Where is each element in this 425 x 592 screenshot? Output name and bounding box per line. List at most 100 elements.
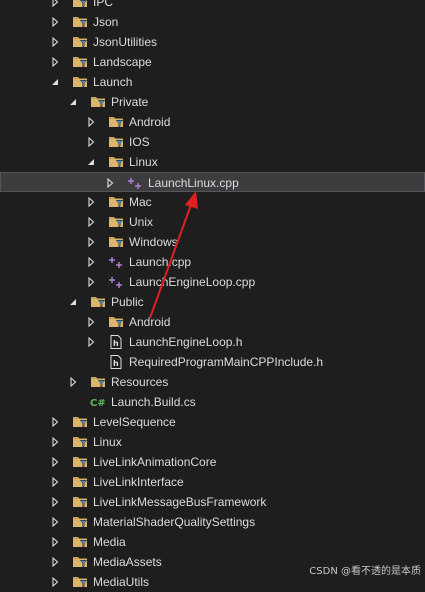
collapse-arrow-icon[interactable]: [86, 337, 96, 347]
filter-folder-icon: [72, 54, 88, 70]
tree-item-label: RequiredProgramMainCPPInclude.h: [129, 355, 324, 369]
tree-item-livelinkanimationcore[interactable]: LiveLinkAnimationCore: [0, 452, 425, 472]
header-file-icon: h: [108, 334, 124, 350]
header-file-icon: h: [108, 354, 124, 370]
tree-item-label: MediaUtils: [93, 575, 150, 589]
tree-item-label: Linux: [93, 435, 122, 449]
tree-item-linux[interactable]: Linux: [0, 152, 425, 172]
filter-folder-icon: [72, 14, 88, 30]
tree-item-label: JsonUtilities: [93, 35, 158, 49]
collapse-arrow-icon[interactable]: [50, 477, 60, 487]
tree-item-label: IOS: [129, 135, 150, 149]
collapse-arrow-icon[interactable]: [86, 317, 96, 327]
collapse-arrow-icon[interactable]: [50, 517, 60, 527]
filter-folder-icon: [108, 194, 124, 210]
tree-item-label: LaunchLinux.cpp: [148, 176, 239, 190]
cpp-file-icon: [108, 274, 124, 290]
tree-item-label: LiveLinkAnimationCore: [93, 455, 217, 469]
collapse-arrow-icon[interactable]: [50, 437, 60, 447]
watermark: CSDN @看不透的是本质: [309, 566, 421, 577]
filter-folder-icon: [72, 414, 88, 430]
tree-item-label: LevelSequence: [93, 415, 176, 429]
tree-item-label: IPC: [93, 0, 114, 9]
cpp-file-icon: [108, 254, 124, 270]
tree-item-label: Private: [111, 95, 149, 109]
filter-folder-icon: [72, 514, 88, 530]
collapse-arrow-icon[interactable]: [50, 417, 60, 427]
tree-item-label: Public: [111, 295, 144, 309]
tree-item-livelinkinterface[interactable]: LiveLinkInterface: [0, 472, 425, 492]
collapse-arrow-icon[interactable]: [86, 117, 96, 127]
collapse-arrow-icon[interactable]: [86, 197, 96, 207]
solution-explorer-tree: IPC Json JsonUtilities Landscape Launch Priva…: [0, 0, 425, 589]
tree-item-requiredprogrammaincppinclude-h[interactable]: h RequiredProgramMainCPPInclude.h: [0, 352, 425, 372]
tree-item-ipc[interactable]: IPC: [0, 0, 425, 12]
collapse-arrow-icon[interactable]: [50, 497, 60, 507]
expanded-arrow-icon[interactable]: [68, 297, 78, 307]
tree-item-launch[interactable]: Launch: [0, 72, 425, 92]
filter-folder-icon: [90, 94, 106, 110]
tree-item-private[interactable]: Private: [0, 92, 425, 112]
expanded-arrow-icon[interactable]: [50, 77, 60, 87]
collapse-arrow-icon[interactable]: [86, 277, 96, 287]
collapse-arrow-icon[interactable]: [86, 237, 96, 247]
tree-item-materialshaderqualitysettings[interactable]: MaterialShaderQualitySettings: [0, 512, 425, 532]
tree-item-landscape[interactable]: Landscape: [0, 52, 425, 72]
tree-item-android[interactable]: Android: [0, 112, 425, 132]
collapse-arrow-icon[interactable]: [105, 178, 115, 188]
tree-item-unix[interactable]: Unix: [0, 212, 425, 232]
collapse-arrow-icon[interactable]: [86, 137, 96, 147]
filter-folder-icon: [72, 474, 88, 490]
tree-item-windows[interactable]: Windows: [0, 232, 425, 252]
collapse-arrow-icon[interactable]: [50, 537, 60, 547]
tree-item-android[interactable]: Android: [0, 312, 425, 332]
collapse-arrow-icon[interactable]: [50, 37, 60, 47]
tree-item-label: Media: [93, 535, 126, 549]
tree-item-launchengineloop-cpp[interactable]: LaunchEngineLoop.cpp: [0, 272, 425, 292]
tree-item-launchlinux-cpp[interactable]: LaunchLinux.cpp: [0, 172, 425, 192]
filter-folder-icon: [72, 34, 88, 50]
filter-folder-icon: [108, 314, 124, 330]
collapse-arrow-icon[interactable]: [50, 557, 60, 567]
expanded-arrow-icon[interactable]: [86, 157, 96, 167]
collapse-arrow-icon[interactable]: [68, 377, 78, 387]
tree-item-label: Launch.cpp: [129, 255, 192, 269]
csharp-file-icon: C#: [90, 394, 106, 410]
tree-item-livelinkmessagebusframework[interactable]: LiveLinkMessageBusFramework: [0, 492, 425, 512]
tree-item-jsonutilities[interactable]: JsonUtilities: [0, 32, 425, 52]
tree-item-launchengineloop-h[interactable]: h LaunchEngineLoop.h: [0, 332, 425, 352]
collapse-arrow-icon[interactable]: [50, 0, 60, 7]
cpp-file-icon: [127, 175, 143, 191]
tree-item-label: Landscape: [93, 55, 152, 69]
tree-item-label: LiveLinkInterface: [93, 475, 184, 489]
tree-item-resources[interactable]: Resources: [0, 372, 425, 392]
tree-item-label: LiveLinkMessageBusFramework: [93, 495, 267, 509]
collapse-arrow-icon[interactable]: [86, 217, 96, 227]
tree-item-public[interactable]: Public: [0, 292, 425, 312]
tree-item-launch-build-cs[interactable]: C# Launch.Build.cs: [0, 392, 425, 412]
tree-item-media[interactable]: Media: [0, 532, 425, 552]
expanded-arrow-icon[interactable]: [68, 97, 78, 107]
tree-item-json[interactable]: Json: [0, 12, 425, 32]
tree-item-label: Android: [129, 315, 171, 329]
tree-item-label: Launch.Build.cs: [111, 395, 196, 409]
tree-item-ios[interactable]: IOS: [0, 132, 425, 152]
svg-text:h: h: [113, 339, 119, 348]
tree-item-label: Unix: [129, 215, 154, 229]
tree-item-launch-cpp[interactable]: Launch.cpp: [0, 252, 425, 272]
tree-item-label: Mac: [129, 195, 152, 209]
filter-folder-icon: [108, 154, 124, 170]
tree-item-label: LaunchEngineLoop.h: [129, 335, 243, 349]
tree-item-levelsequence[interactable]: LevelSequence: [0, 412, 425, 432]
collapse-arrow-icon[interactable]: [50, 457, 60, 467]
tree-item-linux[interactable]: Linux: [0, 432, 425, 452]
collapse-arrow-icon[interactable]: [50, 577, 60, 587]
tree-item-label: MaterialShaderQualitySettings: [93, 515, 256, 529]
tree-item-mac[interactable]: Mac: [0, 192, 425, 212]
collapse-arrow-icon[interactable]: [50, 17, 60, 27]
tree-item-label: MediaAssets: [93, 555, 162, 569]
tree-item-label: LaunchEngineLoop.cpp: [129, 275, 256, 289]
collapse-arrow-icon[interactable]: [50, 57, 60, 67]
filter-folder-icon: [72, 454, 88, 470]
collapse-arrow-icon[interactable]: [86, 257, 96, 267]
